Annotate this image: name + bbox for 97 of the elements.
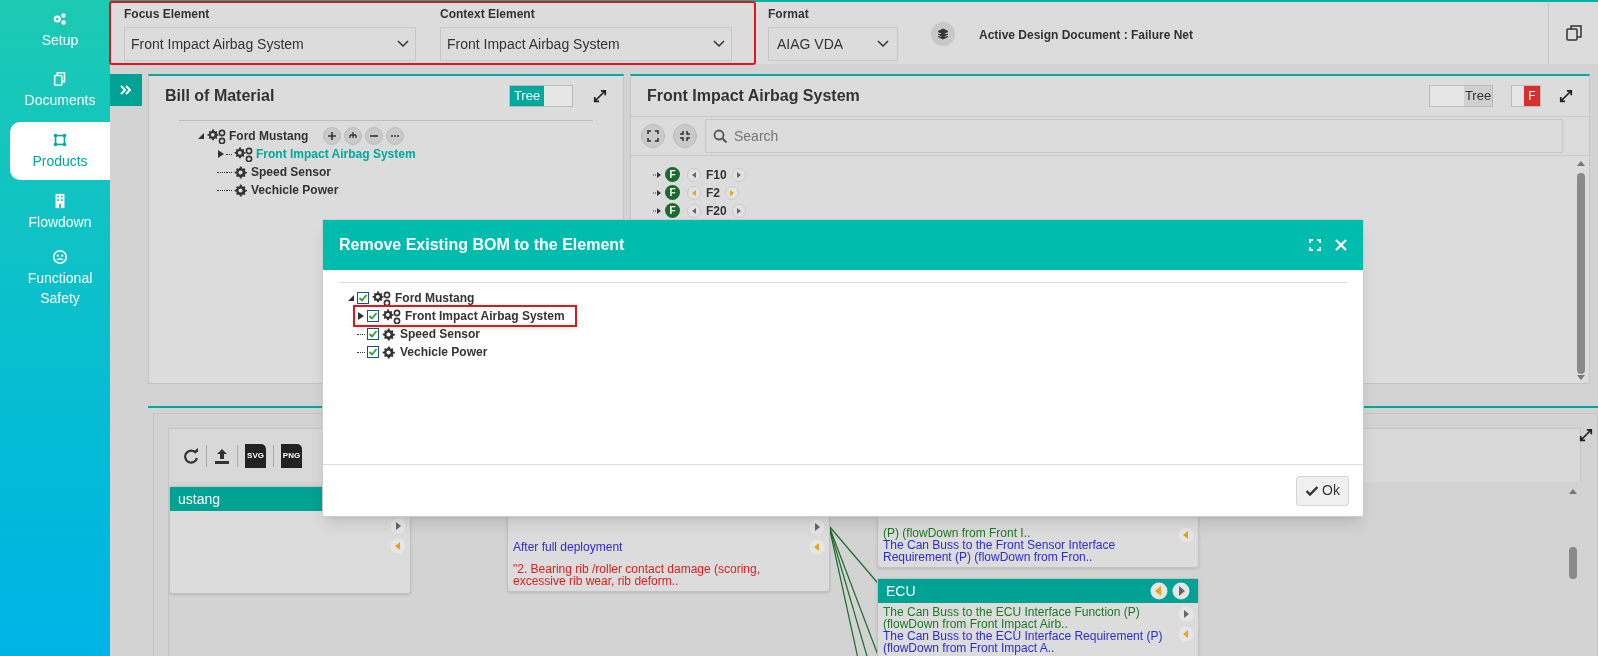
- collapsed-icon[interactable]: [357, 312, 365, 320]
- node-entry: The Can Buss to the Front Sensor Interface Requirement (P) (flowDown from Fron..: [883, 539, 1117, 563]
- upload-icon[interactable]: [214, 447, 230, 464]
- chevron-down-icon: [877, 40, 889, 48]
- filter-toggle[interactable]: F: [1511, 85, 1541, 107]
- previous-button[interactable]: [687, 203, 701, 218]
- up-arrow-icon[interactable]: [1576, 160, 1586, 167]
- remove-button[interactable]: [365, 127, 384, 145]
- scrollbar[interactable]: [1575, 160, 1587, 381]
- expand-icon[interactable]: [593, 89, 607, 103]
- tree-item[interactable]: Vechicle Power: [251, 181, 339, 199]
- previous-icon[interactable]: [1150, 582, 1168, 600]
- node-entry: "2. Bearing rib /roller contact damage (scoring, excessive rib wear, rib deform..: [513, 563, 762, 587]
- checkbox[interactable]: [367, 310, 379, 322]
- layers-icon: [937, 28, 949, 40]
- failure-badge: F: [665, 203, 680, 218]
- up-arrow-icon[interactable]: [1568, 488, 1578, 495]
- layers-button[interactable]: [931, 22, 955, 46]
- tree-item[interactable]: Speed Sensor: [251, 163, 332, 181]
- field-label: Format: [768, 6, 810, 23]
- gears-icon: [381, 308, 401, 324]
- collapse-all-button[interactable]: [673, 124, 697, 148]
- element-select[interactable]: Front Impact Airbag System: [124, 27, 416, 61]
- node-title: ECU: [886, 581, 917, 601]
- expand-sidebar-button[interactable]: [110, 74, 142, 106]
- chevron-down-icon: [713, 40, 725, 48]
- expanded-icon[interactable]: [347, 294, 355, 302]
- next-icon[interactable]: [809, 519, 825, 535]
- scrollbar-thumb[interactable]: [1577, 173, 1585, 374]
- tree-item[interactable]: Front Impact Airbag System: [405, 307, 565, 325]
- nodes-icon: [52, 131, 68, 148]
- field-label: Context Element: [440, 6, 536, 23]
- dialog-title: Remove Existing BOM to the Element: [339, 235, 626, 255]
- add-button[interactable]: [323, 127, 342, 145]
- gears-icon: [371, 290, 391, 306]
- next-button[interactable]: [731, 167, 746, 182]
- down-arrow-icon[interactable]: [1576, 374, 1586, 381]
- gear-icon: [381, 344, 396, 360]
- expand-all-button[interactable]: [641, 124, 665, 148]
- file-icon[interactable]: SVG: [245, 443, 266, 468]
- gear-icon: [381, 326, 396, 342]
- row-label[interactable]: F20: [706, 201, 727, 220]
- next-icon[interactable]: [1178, 606, 1194, 622]
- panel-title: Bill of Material: [165, 86, 276, 106]
- node-entry: The Can Buss to the ECU Interface Function (P) (flowDown from Front Impact Airb..: [883, 606, 1140, 630]
- row-label[interactable]: F2: [706, 183, 720, 202]
- chevron-down-icon: [397, 40, 409, 48]
- refresh-icon[interactable]: [183, 447, 199, 464]
- copy-icon[interactable]: [1565, 25, 1582, 41]
- failure-badge: F: [665, 167, 680, 182]
- collapse-all-icon: [679, 130, 691, 142]
- expand-icon[interactable]: [1559, 89, 1573, 103]
- check-icon: [1305, 483, 1320, 498]
- node-title: ustang: [178, 489, 222, 509]
- row-label[interactable]: F10: [706, 165, 727, 184]
- node-entry: After full deployment: [513, 541, 624, 553]
- hierarchy-icon: [348, 131, 359, 141]
- gear-icon: [233, 182, 248, 198]
- hierarchy-button[interactable]: [344, 127, 363, 145]
- expand-icon[interactable]: [1579, 428, 1593, 442]
- next-icon[interactable]: [390, 518, 406, 534]
- double-chevron-icon: [120, 84, 132, 96]
- copy-icon: [52, 70, 68, 87]
- diagram-node[interactable]: ECU The Can Buss to the ECU Interface Function (P) (flowDown from Front Impact Airb.. The Can Buss to the ECU Interface Requirement (P) (flowDown from Front Impact A..: [877, 578, 1199, 656]
- view-toggle[interactable]: Tree: [1429, 85, 1493, 107]
- checkbox[interactable]: [357, 292, 369, 304]
- checkbox[interactable]: [367, 328, 379, 340]
- panel-title: Front Impact Airbag System: [647, 86, 861, 106]
- gears-icon: [206, 128, 226, 144]
- search-field[interactable]: Search: [705, 119, 1563, 153]
- next-icon[interactable]: [1172, 582, 1190, 600]
- plus-icon: [327, 131, 338, 141]
- expand-all-icon: [647, 130, 659, 142]
- file-icon[interactable]: PNG: [281, 443, 302, 468]
- previous-button[interactable]: [687, 167, 701, 182]
- node-entry: The Can Buss to the ECU Interface Requirement (P) (flowDown from Front Impact A..: [883, 630, 1164, 654]
- gears-icon: [233, 146, 253, 162]
- gears-icon: [52, 10, 68, 27]
- gear-icon: [233, 164, 248, 180]
- tree-item[interactable]: Vechicle Power: [400, 343, 488, 361]
- tree-item[interactable]: Ford Mustang: [395, 289, 475, 307]
- checkbox[interactable]: [367, 346, 379, 358]
- node-entry: (P) (flowDown from Front I..: [883, 527, 1031, 539]
- next-button[interactable]: [731, 203, 746, 218]
- tree-item[interactable]: Ford Mustang: [229, 127, 309, 145]
- ok-button[interactable]: Ok: [1296, 475, 1349, 506]
- expanded-icon[interactable]: [197, 132, 205, 140]
- active-document-label: Active Design Document : Failure Net: [979, 27, 1194, 44]
- more-button[interactable]: [386, 127, 405, 145]
- element-select[interactable]: Front Impact Airbag System: [440, 27, 732, 61]
- field-label: Focus Element: [124, 6, 211, 23]
- failure-badge: F: [665, 185, 680, 200]
- tree-item[interactable]: Speed Sensor: [400, 325, 481, 343]
- format-select[interactable]: AIAG VDA: [768, 27, 898, 61]
- search-icon: [713, 129, 727, 143]
- collapsed-icon[interactable]: [217, 150, 225, 158]
- scrollbar-thumb[interactable]: [1569, 547, 1577, 579]
